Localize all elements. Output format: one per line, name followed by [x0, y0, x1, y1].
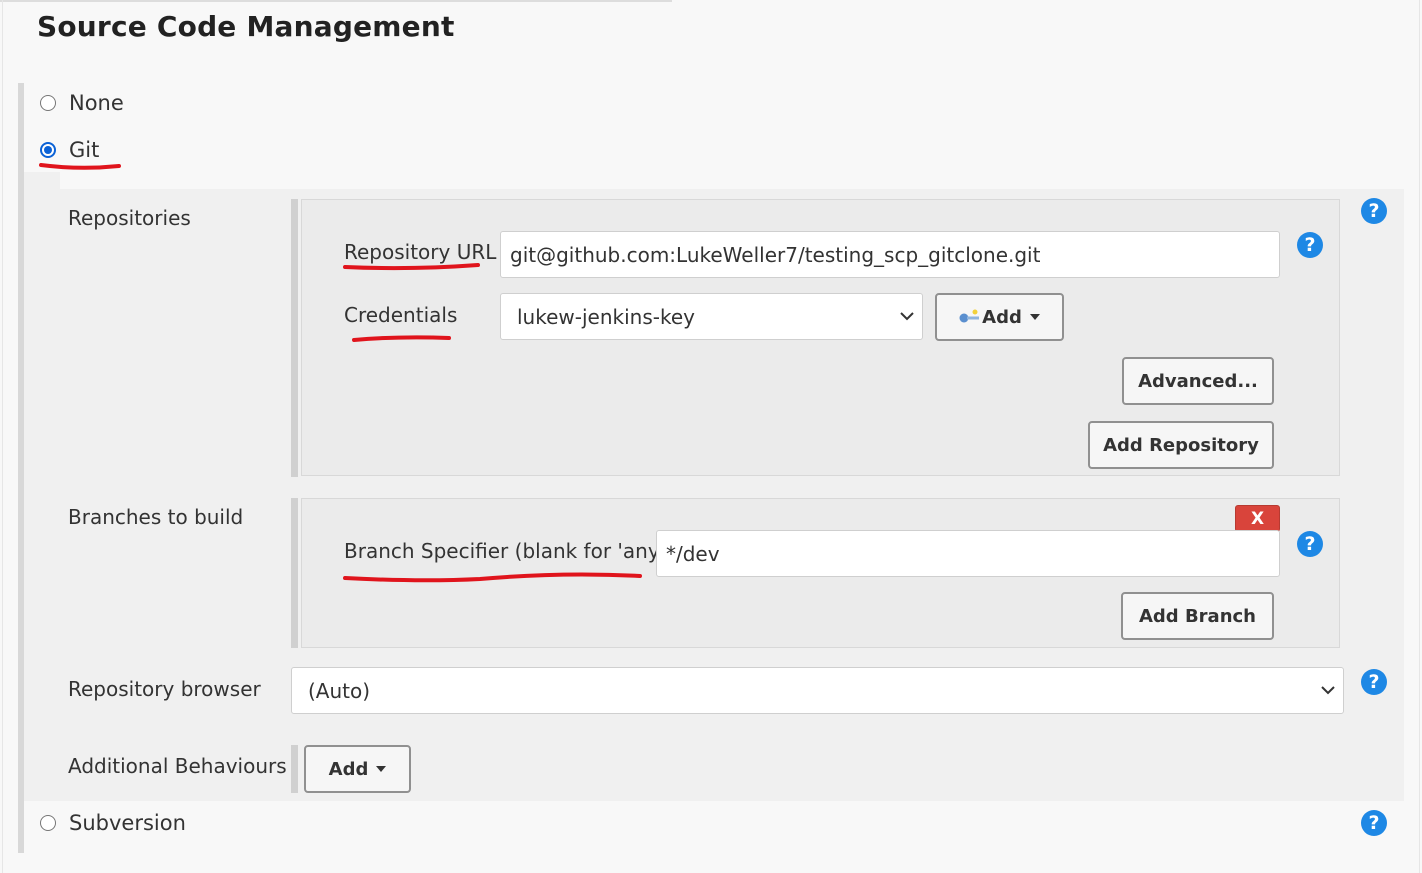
annotation-credentials-underline — [352, 335, 451, 342]
annotation-underlines — [39, 163, 642, 583]
annotation-url-underline — [343, 263, 480, 271]
annotation-git-underline — [39, 163, 121, 170]
annotation-branch-underline — [343, 572, 642, 583]
